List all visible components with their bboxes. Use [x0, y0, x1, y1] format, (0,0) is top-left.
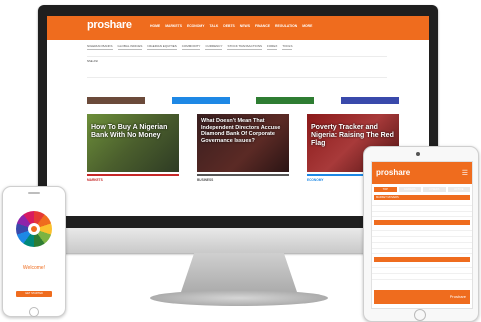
- monitor-stand: [180, 253, 298, 295]
- subnav-item[interactable]: STOCK TRANSACTIONS: [227, 44, 263, 50]
- tablet-logo[interactable]: proshare: [376, 168, 410, 177]
- camera-icon: [416, 152, 420, 156]
- price-sheet-button[interactable]: [340, 97, 399, 104]
- monitor-base: [150, 290, 328, 306]
- market-tickers: NSE ASI: [87, 56, 387, 78]
- subnav-item[interactable]: GLOBAL INDICES: [117, 44, 143, 50]
- site-logo[interactable]: proshare: [87, 19, 132, 31]
- tablet-tabs: TOP GAINERS LOSERS ACTIVE: [372, 184, 472, 192]
- subnav-item[interactable]: CURRENCY: [205, 44, 223, 50]
- article-category[interactable]: MARKETS: [87, 174, 179, 182]
- article-card[interactable]: How To Buy A Nigerian Bank With No Money: [87, 114, 179, 172]
- article-category[interactable]: BUSINESS: [197, 174, 289, 182]
- tablet-header: proshare ☰: [372, 162, 472, 184]
- ad-banner[interactable]: Proshare: [374, 290, 470, 304]
- article-cards: How To Buy A Nigerian Bank With No Money…: [87, 114, 399, 172]
- nav-economy[interactable]: ECONOMY: [187, 24, 205, 28]
- ticker[interactable]: [243, 57, 283, 77]
- table-row[interactable]: [372, 212, 472, 218]
- subnav-item[interactable]: NIGERIAN BANKS: [87, 44, 113, 50]
- tablet-screen: proshare ☰ TOP GAINERS LOSERS ACTIVE MAR…: [371, 161, 473, 309]
- menu-icon[interactable]: ☰: [462, 169, 468, 177]
- tab-gainers[interactable]: GAINERS: [398, 187, 421, 192]
- site-header: proshare HOME MARKETS ECONOMY TALK DEBTS…: [47, 16, 429, 40]
- tab-active[interactable]: ACTIVE: [447, 187, 470, 192]
- main-nav: HOME MARKETS ECONOMY TALK DEBTS NEWS FIN…: [150, 24, 312, 28]
- ticker[interactable]: NSE ASI: [87, 57, 127, 77]
- ticker[interactable]: [139, 57, 179, 77]
- nav-more[interactable]: MORE: [302, 24, 312, 28]
- sub-nav: NIGERIAN BANKS GLOBAL INDICES NIGERIAN E…: [87, 44, 293, 50]
- ticker[interactable]: [191, 57, 231, 77]
- home-button[interactable]: [414, 309, 426, 321]
- speaker-icon: [28, 192, 40, 194]
- price-sheet-button[interactable]: [256, 97, 315, 104]
- wheel-core-icon: [31, 226, 37, 232]
- table-row[interactable]: [372, 274, 472, 280]
- price-sheet-button[interactable]: [171, 97, 230, 104]
- subnav-item[interactable]: FOREX: [267, 44, 278, 50]
- nav-markets[interactable]: MARKETS: [165, 24, 182, 28]
- subnav-item[interactable]: COMMODITY: [181, 44, 201, 50]
- article-title: What Doesn't Mean That Independent Direc…: [201, 118, 281, 144]
- article-categories: MARKETS BUSINESS ECONOMY: [87, 174, 399, 182]
- welcome-heading: Welcome!: [22, 265, 46, 271]
- tablet-device: proshare ☰ TOP GAINERS LOSERS ACTIVE MAR…: [363, 146, 479, 322]
- subnav-item[interactable]: NIGERIAN EQUITIES: [147, 44, 177, 50]
- price-sheet-button[interactable]: [87, 97, 145, 104]
- nav-debts[interactable]: DEBTS: [223, 24, 235, 28]
- phone-screen: Welcome! GET STARTED: [6, 199, 62, 305]
- get-started-button[interactable]: GET STARTED: [16, 291, 52, 297]
- price-sheet-buttons: [87, 97, 399, 104]
- subnav-item[interactable]: TOOLS: [282, 44, 293, 50]
- nav-news[interactable]: NEWS: [240, 24, 250, 28]
- article-title: How To Buy A Nigerian Bank With No Money: [91, 124, 168, 139]
- ticker[interactable]: [295, 57, 335, 77]
- phone-device: Welcome! GET STARTED: [2, 186, 66, 317]
- tab-losers[interactable]: LOSERS: [423, 187, 446, 192]
- nav-regulation[interactable]: REGULATION: [275, 24, 297, 28]
- article-title: Poverty Tracker and Nigeria: Raising The…: [311, 124, 394, 147]
- table-row[interactable]: [372, 249, 472, 255]
- nav-home[interactable]: HOME: [150, 24, 160, 28]
- nav-talk[interactable]: TALK: [209, 24, 218, 28]
- article-card[interactable]: What Doesn't Mean That Independent Direc…: [197, 114, 289, 172]
- ticker[interactable]: [347, 57, 387, 77]
- nav-finance[interactable]: FINANCE: [255, 24, 270, 28]
- tab-top[interactable]: TOP: [374, 187, 397, 192]
- home-button[interactable]: [29, 307, 39, 317]
